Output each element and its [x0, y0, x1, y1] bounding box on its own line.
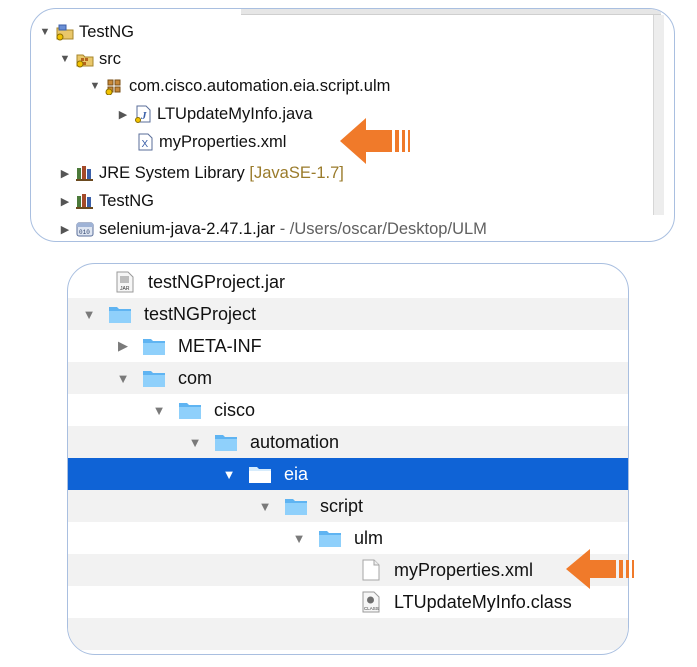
list-item-folder[interactable]: ▼ cisco [68, 394, 628, 426]
list-item-label: automation [250, 431, 340, 452]
expand-triangle-icon[interactable]: ▼ [37, 26, 53, 38]
list-item-label: com [178, 367, 213, 388]
folder-icon [214, 432, 238, 452]
source-folder-icon [75, 50, 95, 68]
folder-icon [108, 304, 132, 324]
list-item-folder-selected[interactable]: ▼ eia [68, 458, 628, 490]
tree-item-decoration: - /Users/oscar/Desktop/ULM [279, 219, 487, 238]
list-item-label: META-INF [178, 335, 262, 356]
folder-icon [284, 496, 308, 516]
tree-item-label: TestNG [79, 22, 135, 41]
jar-icon: 010 [75, 220, 95, 238]
list-item-folder[interactable]: ▼ testNGProject [68, 298, 628, 330]
svg-text:J: J [140, 110, 147, 122]
tree-item-label: com.cisco.automation.eia.script.ulm [129, 76, 391, 95]
package-icon [105, 77, 125, 95]
list-item-folder[interactable]: ▶ META-INF [68, 330, 628, 362]
expand-triangle-icon[interactable]: ▼ [256, 499, 274, 514]
tree-item-decoration: [JavaSE-1.7] [249, 163, 344, 182]
tree-item-label: TestNG [99, 191, 155, 210]
expand-triangle-icon[interactable]: ▼ [57, 53, 73, 65]
expand-triangle-icon[interactable]: ▼ [290, 531, 308, 546]
tree-item-label: LTUpdateMyInfo.java [157, 104, 313, 123]
list-item-label: myProperties.xml [394, 559, 534, 580]
list-item-label: cisco [214, 399, 256, 420]
document-icon [362, 559, 380, 581]
expand-triangle-icon[interactable]: ▼ [186, 435, 204, 450]
collapse-triangle-icon[interactable]: ▶ [114, 338, 132, 354]
library-icon [75, 192, 95, 210]
finder-list: JAR testNGProject.jar ▼ testNGProject ▶ … [67, 263, 629, 655]
highlight-arrow-icon [566, 549, 634, 589]
library-icon [75, 164, 95, 182]
folder-icon [318, 528, 342, 548]
svg-text:X: X [142, 139, 149, 150]
list-item-jar[interactable]: JAR testNGProject.jar [68, 266, 628, 298]
class-file-icon: CLASS [362, 591, 380, 613]
list-item-folder[interactable]: ▼ com [68, 362, 628, 394]
java-project-icon [55, 23, 75, 41]
folder-icon [248, 464, 272, 484]
collapse-triangle-icon[interactable]: ▶ [57, 223, 73, 236]
tree-item-selenium-jar[interactable]: ▶ 010 selenium-java-2.47.1.jar - /Users/… [57, 217, 487, 241]
list-item-label: ulm [354, 527, 384, 548]
list-item-label: LTUpdateMyInfo.class [394, 591, 572, 612]
expand-triangle-icon[interactable]: ▼ [220, 467, 238, 482]
list-item-label: testNGProject [144, 303, 257, 324]
folder-icon [142, 368, 166, 388]
expand-triangle-icon[interactable]: ▼ [87, 80, 103, 92]
empty-row [68, 618, 628, 650]
tree-item-testng-library[interactable]: ▶ TestNG [57, 189, 154, 213]
tree-item-label: src [99, 49, 121, 68]
tree-item-testng-project[interactable]: ▼ TestNG [37, 20, 134, 44]
tree-item-java-file[interactable]: ▶ J LTUpdateMyInfo.java [115, 102, 313, 126]
toolbar-strip [241, 9, 661, 15]
highlight-arrow-icon [340, 118, 410, 164]
list-item-file[interactable]: CLASS LTUpdateMyInfo.class [68, 586, 628, 618]
tree-item-src[interactable]: ▼ src [57, 47, 121, 71]
list-item-folder[interactable]: ▼ ulm [68, 522, 628, 554]
list-item-file[interactable]: myProperties.xml [68, 554, 628, 586]
collapse-triangle-icon[interactable]: ▶ [57, 167, 73, 180]
tree-item-label: myProperties.xml [159, 132, 287, 151]
tree-item-jre-library[interactable]: ▶ JRE System Library [JavaSE-1.7] [57, 161, 344, 185]
list-item-label: script [320, 495, 364, 516]
tree-item-package[interactable]: ▼ com.cisco.automation.eia.script.ulm [87, 74, 390, 98]
expand-triangle-icon[interactable]: ▼ [80, 307, 98, 322]
list-item-label: eia [284, 463, 309, 484]
collapse-triangle-icon[interactable]: ▶ [57, 195, 73, 208]
list-item-folder[interactable]: ▼ script [68, 490, 628, 522]
list-item-label: testNGProject.jar [148, 271, 286, 292]
xml-file-icon: X [135, 133, 155, 151]
svg-text:JAR: JAR [120, 286, 130, 292]
collapse-triangle-icon[interactable]: ▶ [115, 108, 131, 121]
jar-file-icon: JAR [116, 271, 134, 293]
list-item-folder[interactable]: ▼ automation [68, 426, 628, 458]
svg-text:CLASS: CLASS [364, 606, 379, 611]
scrollbar[interactable] [653, 15, 664, 215]
tree-item-xml-file[interactable]: X myProperties.xml [135, 130, 286, 154]
expand-triangle-icon[interactable]: ▼ [150, 403, 168, 418]
svg-text:010: 010 [79, 229, 90, 236]
tree-item-label: selenium-java-2.47.1.jar [99, 219, 276, 238]
java-file-icon: J [133, 105, 153, 123]
expand-triangle-icon[interactable]: ▼ [114, 371, 132, 386]
folder-icon [178, 400, 202, 420]
folder-icon [142, 336, 166, 356]
tree-item-label: JRE System Library [99, 163, 245, 182]
